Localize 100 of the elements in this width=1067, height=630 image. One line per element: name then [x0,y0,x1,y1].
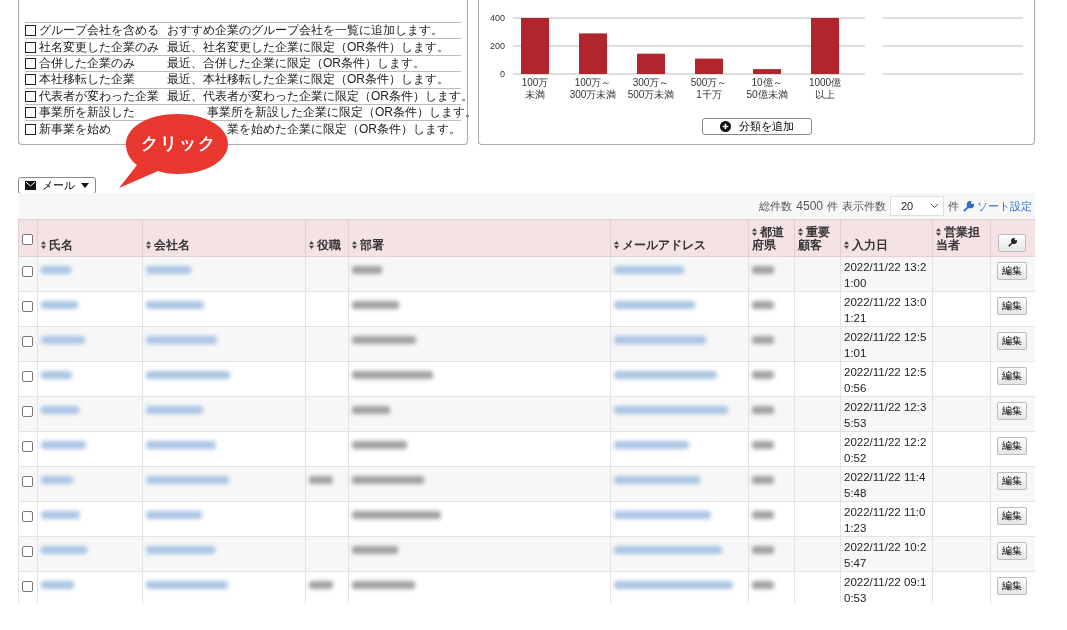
date-cell-text: 2022/11/22 09:10:53 [844,575,928,603]
total-unit: 件 [827,198,838,214]
option-label: 事業所を新設した [39,104,136,122]
axis-label: 0 [500,69,505,79]
row-checkbox[interactable] [22,371,33,382]
blurred-text [146,511,202,519]
blurred-text [41,336,85,344]
blurred-text [352,476,424,484]
checkbox[interactable] [25,41,36,53]
wrench-icon [963,200,974,212]
add-category-button[interactable]: 分類を追加 [701,118,812,135]
column-header[interactable]: 営業担当者 [932,219,991,257]
caret-icon [81,183,89,188]
edit-button[interactable]: 編集 [997,507,1027,525]
blurred-text [146,336,217,344]
checkbox[interactable] [25,90,36,102]
edit-button[interactable]: 編集 [997,402,1027,420]
sort-settings-link[interactable]: ソート設定 [963,198,1032,214]
checkbox[interactable] [25,57,36,69]
blurred-text [752,371,774,379]
category-label: 100万～300万未満 [569,77,617,100]
column-header[interactable]: 入力日 [840,219,933,257]
blurred-text [41,546,87,554]
edit-button[interactable]: 編集 [997,542,1027,560]
blurred-text [752,581,774,589]
sort-icon [752,228,757,236]
blurred-text [41,581,74,589]
option-label: 本社移転した企業 [39,71,136,89]
checkbox[interactable] [25,107,36,119]
blurred-text [146,441,216,449]
option-description: 最近、合併した企業に限定（OR条件）します。 [167,55,426,72]
sort-icon [936,228,941,236]
edit-button[interactable]: 編集 [997,437,1027,455]
date-cell-text: 2022/11/22 12:20:52 [844,435,928,466]
row-checkbox[interactable] [22,406,33,417]
plus-circle-icon [719,121,731,132]
row-checkbox[interactable] [22,266,33,277]
blurred-text [146,301,204,309]
category-label: 300万～500万未満 [627,77,675,100]
edit-button[interactable]: 編集 [997,367,1027,385]
sort-icon [798,228,803,236]
date-cell-text: 2022/11/22 12:51:01 [844,330,928,361]
settings-button[interactable] [998,234,1026,252]
edit-button[interactable]: 編集 [997,577,1027,595]
blurred-text [752,546,774,554]
sort-icon [352,241,357,249]
sort-icon [614,241,619,249]
edit-button[interactable]: 編集 [997,472,1027,490]
date-cell-text: 2022/11/22 13:21:00 [844,260,928,291]
edit-button[interactable]: 編集 [997,332,1027,350]
column-header[interactable]: 重要顧客 [794,219,841,257]
blurred-text [309,581,333,589]
column-header[interactable]: メールアドレス [610,219,749,257]
bar [579,33,607,74]
wrench-icon [1007,237,1017,247]
sort-icon [41,241,46,249]
total-label: 総件数 [759,198,793,214]
edit-button[interactable]: 編集 [997,262,1027,280]
per-page-label: 表示件数 [842,198,886,214]
blurred-text [41,266,71,274]
date-cell-text: 2022/11/22 11:45:48 [844,470,927,501]
bar [695,58,723,74]
row-checkbox[interactable] [22,476,33,487]
row-checkbox[interactable] [22,441,33,452]
edit-button[interactable]: 編集 [997,297,1027,315]
blurred-text [41,301,78,309]
option-label: グループ会社を含める [39,22,160,40]
blurred-text [41,406,79,414]
sort-icon [146,241,151,249]
checkbox[interactable] [25,74,36,86]
row-checkbox[interactable] [22,336,33,347]
row-checkbox[interactable] [22,301,33,312]
blurred-text [752,336,774,344]
sort-icon [844,241,849,249]
blurred-text [309,476,333,484]
bar [637,53,665,74]
date-cell-text: 2022/11/22 11:01:23 [844,505,927,536]
blurred-text [752,266,774,274]
chevron-down-icon [930,203,939,209]
date-cell-text: 2022/11/22 12:50:56 [844,365,928,396]
option-label: 合併した企業のみ [39,55,136,72]
checkbox[interactable] [25,25,36,37]
blurred-text [752,476,774,484]
date-cell-text: 2022/11/22 10:25:47 [844,540,928,571]
column-header[interactable]: 部署 [348,219,611,257]
row-checkbox[interactable] [22,546,33,557]
column-header[interactable]: 都道府県 [748,219,795,257]
row-checkbox[interactable] [22,511,33,522]
checkbox[interactable] [25,123,36,135]
sort-icon [309,241,314,249]
row-checkbox[interactable] [22,581,33,592]
date-cell-text: 2022/11/22 13:01:21 [844,295,928,326]
total-count: 4500 [796,199,823,213]
per-page-select[interactable]: 20 [890,196,944,216]
select-all-checkbox[interactable] [22,234,33,245]
column-header[interactable]: 氏名 [37,219,143,257]
option-label: 新事業を始め [39,120,112,138]
column-header[interactable]: 会社名 [142,219,306,257]
blurred-text [352,301,399,309]
column-header[interactable]: 役職 [305,219,349,257]
